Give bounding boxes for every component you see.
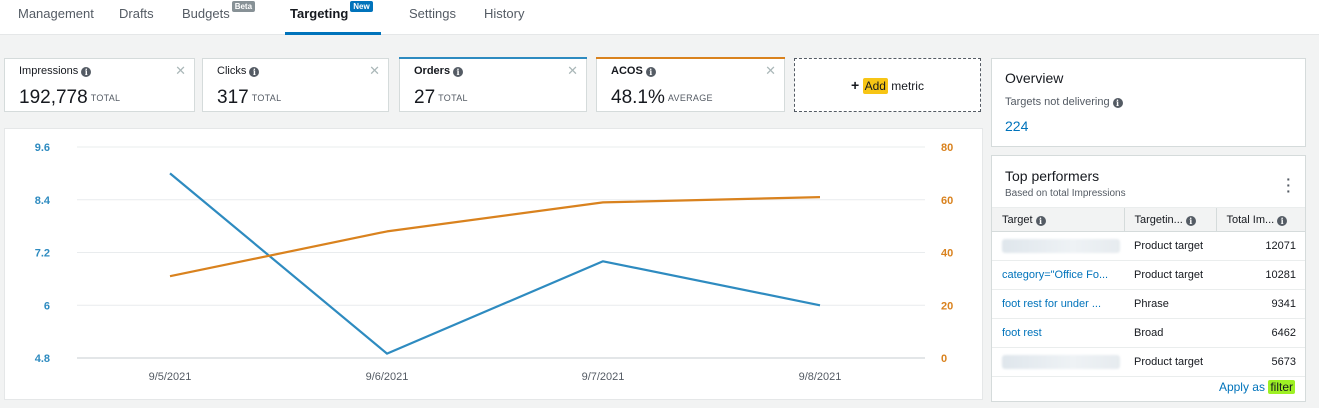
redacted-text [1002, 239, 1120, 253]
metric-label: Impressions i [19, 65, 92, 77]
metric-value: 48.1% AVERAGE [611, 87, 713, 108]
y-left-tick-label: 7.2 [35, 248, 50, 260]
series-line-acos [169, 196, 821, 278]
metric-label: Orders i [414, 65, 464, 77]
y-right-tick-label: 0 [941, 353, 947, 365]
metric-label: Clicks i [217, 65, 260, 77]
close-icon[interactable]: ✕ [369, 63, 380, 79]
targeting-type-cell: Phrase [1124, 289, 1216, 319]
plus-icon: + [851, 77, 860, 93]
metric-label: ACOS i [611, 65, 656, 77]
y-right-tick-label: 40 [941, 248, 953, 260]
metric-value: 192,778 TOTAL [19, 87, 121, 108]
x-tick-label: 9/7/2021 [582, 371, 625, 383]
tab-bar: Management Drafts Budgets Beta Targeting N… [0, 0, 1319, 35]
tab-settings[interactable]: Settings [409, 0, 456, 35]
target-link[interactable]: category="Office Fo... [992, 260, 1124, 290]
y-left-tick-label: 6 [44, 300, 50, 312]
tab-label: Settings [409, 6, 456, 21]
top-performers-subtitle: Based on total Impressions [1005, 188, 1126, 199]
metric-card-acos[interactable]: ACOS i 48.1% AVERAGE ✕ [596, 57, 785, 112]
impressions-cell: 6462 [1216, 318, 1305, 348]
tab-label: History [484, 6, 525, 21]
tab-drafts[interactable]: Drafts [119, 0, 154, 35]
table-row: Product target 5673 [992, 347, 1305, 377]
tab-management[interactable]: Management [18, 0, 94, 35]
targeting-type-cell: Broad [1124, 318, 1216, 348]
new-badge: New [350, 1, 373, 12]
overview-subtitle: Targets not delivering i [1005, 96, 1123, 108]
info-icon[interactable]: i [1035, 215, 1046, 226]
tab-label: Budgets [182, 6, 230, 21]
top-performers-title: Top performers [1005, 168, 1100, 184]
line-chart: 9.6 80 8.4 60 7.2 40 6 20 4.8 0 9/5/2021 9/6/2021 9/… [35, 142, 954, 383]
top-performers-panel: Top performers Based on total Impression… [991, 155, 1306, 402]
targeting-type-cell: Product target [1124, 231, 1216, 261]
target-link[interactable]: foot rest [992, 318, 1124, 348]
column-header-targeting-type[interactable]: Targetin... i [1123, 207, 1216, 232]
add-metric-button[interactable]: + Add metric [794, 58, 981, 112]
column-header-total-impressions[interactable]: Total Im... i [1215, 207, 1305, 232]
metric-label: metric [891, 79, 924, 93]
redacted-text [1002, 355, 1120, 369]
close-icon[interactable]: ✕ [175, 63, 186, 79]
metric-value: 27 TOTAL [414, 87, 468, 108]
metric-card-clicks[interactable]: Clicks i 317 TOTAL ✕ [202, 58, 389, 112]
info-icon[interactable]: i [249, 67, 260, 77]
tab-targeting[interactable]: Targeting New [285, 0, 381, 35]
y-right-tick-label: 80 [941, 142, 953, 154]
x-tick-label: 9/5/2021 [149, 371, 192, 383]
table-row: foot rest for under ... Phrase 9341 [992, 289, 1305, 319]
impressions-cell: 10281 [1216, 260, 1305, 290]
tab-label: Management [18, 6, 94, 21]
target-cell-redacted[interactable] [992, 231, 1124, 261]
overview-title: Overview [1005, 70, 1064, 86]
metric-value: 317 TOTAL [217, 87, 282, 108]
y-left-tick-label: 4.8 [35, 353, 50, 365]
table-row: Product target 12071 [992, 231, 1305, 261]
tab-budgets[interactable]: Budgets Beta [182, 0, 256, 35]
metric-card-orders[interactable]: Orders i 27 TOTAL ✕ [399, 57, 587, 112]
targeting-type-cell: Product target [1124, 260, 1216, 290]
table-header-row: Target i Targetin... i Total Im... i [992, 207, 1305, 232]
info-icon[interactable]: i [81, 67, 92, 77]
more-options-icon[interactable]: · · · [1286, 172, 1291, 198]
info-icon[interactable]: i [1277, 215, 1288, 226]
table-row: foot rest Broad 6462 [992, 318, 1305, 348]
chart-panel: 9.6 80 8.4 60 7.2 40 6 20 4.8 0 9/5/2021 9/6/2021 9/… [4, 128, 983, 400]
tab-label: Drafts [119, 6, 154, 21]
table-row: category="Office Fo... Product target 10… [992, 260, 1305, 290]
info-icon[interactable]: i [453, 67, 464, 77]
top-performers-table: Target i Targetin... i Total Im... i Produc… [992, 207, 1305, 377]
y-right-tick-label: 20 [941, 300, 953, 312]
tab-history[interactable]: History [484, 0, 524, 35]
series-color-bar [596, 57, 785, 59]
close-icon[interactable]: ✕ [765, 63, 776, 79]
target-cell-redacted[interactable] [992, 347, 1124, 377]
target-link[interactable]: foot rest for under ... [992, 289, 1124, 319]
apply-as-filter-link[interactable]: Apply as filter [1219, 380, 1295, 394]
close-icon[interactable]: ✕ [567, 63, 578, 79]
info-icon[interactable]: i [645, 67, 656, 77]
impressions-cell: 9341 [1216, 289, 1305, 319]
impressions-cell: 5673 [1216, 347, 1305, 377]
series-color-bar [399, 57, 587, 59]
add-label: Add [862, 78, 888, 94]
beta-badge: Beta [231, 1, 256, 12]
info-icon[interactable]: i [1112, 98, 1123, 108]
y-right-tick-label: 60 [941, 195, 953, 207]
y-left-tick-label: 8.4 [35, 195, 51, 207]
x-tick-label: 9/8/2021 [799, 371, 842, 383]
metric-card-impressions[interactable]: Impressions i 192,778 TOTAL ✕ [4, 58, 195, 112]
y-left-tick-label: 9.6 [35, 142, 50, 154]
overview-panel: Overview Targets not delivering i 224 [991, 58, 1306, 147]
targeting-type-cell: Product target [1124, 347, 1216, 377]
targets-not-delivering-link[interactable]: 224 [1005, 118, 1028, 134]
impressions-cell: 12071 [1216, 231, 1305, 261]
info-icon[interactable]: i [1185, 215, 1196, 226]
tab-label: Targeting [290, 6, 349, 21]
column-header-target[interactable]: Target i [992, 207, 1124, 232]
x-tick-label: 9/6/2021 [366, 371, 409, 383]
